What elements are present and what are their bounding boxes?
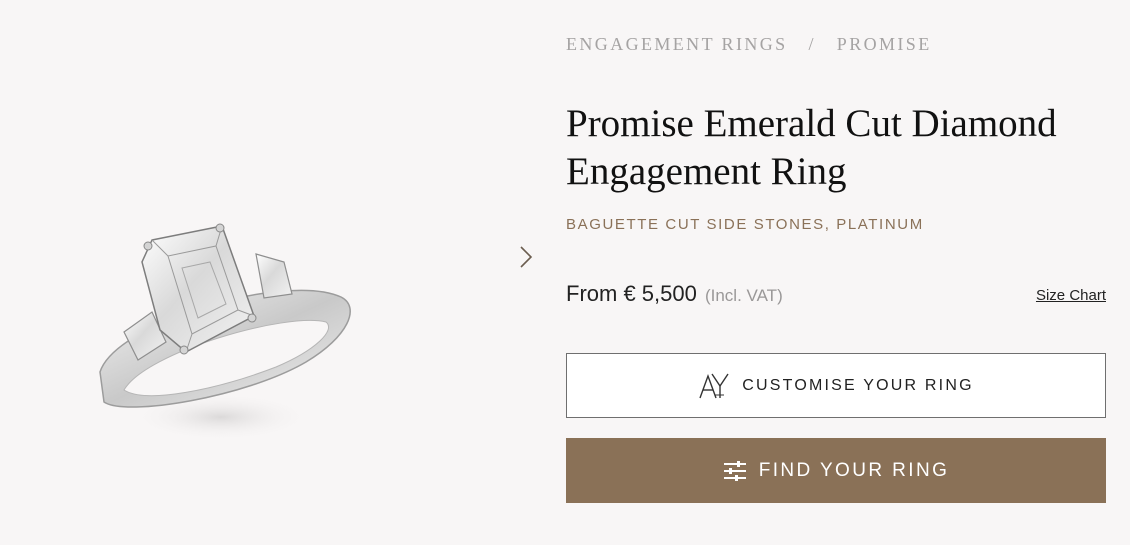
product-image — [99, 223, 351, 441]
breadcrumb-separator: / — [808, 34, 816, 54]
customise-your-ring-button[interactable]: CUSTOMISE YOUR RING — [566, 353, 1106, 418]
product-subtitle: BAGUETTE CUT SIDE STONES, PLATINUM — [566, 216, 924, 233]
breadcrumb-item-engagement-rings[interactable]: ENGAGEMENT RINGS — [566, 34, 788, 54]
price-row: From € 5,500 (Incl. VAT) Size Chart — [566, 281, 1106, 313]
product-title: Promise Emerald Cut Diamond Engagement R… — [566, 102, 1057, 193]
engraving-letters-icon — [698, 372, 730, 400]
customise-button-label: CUSTOMISE YOUR RING — [742, 376, 974, 394]
sliders-icon — [723, 460, 747, 482]
product-gallery — [0, 0, 555, 545]
chevron-right-icon — [520, 246, 533, 268]
size-chart-link[interactable]: Size Chart — [1036, 287, 1106, 304]
gallery-next-button[interactable] — [512, 240, 540, 274]
breadcrumb-item-promise[interactable]: PROMISE — [837, 34, 932, 54]
price-value: From € 5,500 — [566, 281, 697, 306]
breadcrumb: ENGAGEMENT RINGS / PROMISE — [566, 34, 932, 55]
find-your-ring-button[interactable]: FIND YOUR RING — [566, 438, 1106, 503]
find-button-label: FIND YOUR RING — [758, 459, 950, 481]
price: From € 5,500 (Incl. VAT) — [566, 281, 783, 307]
vat-note: (Incl. VAT) — [704, 286, 783, 305]
